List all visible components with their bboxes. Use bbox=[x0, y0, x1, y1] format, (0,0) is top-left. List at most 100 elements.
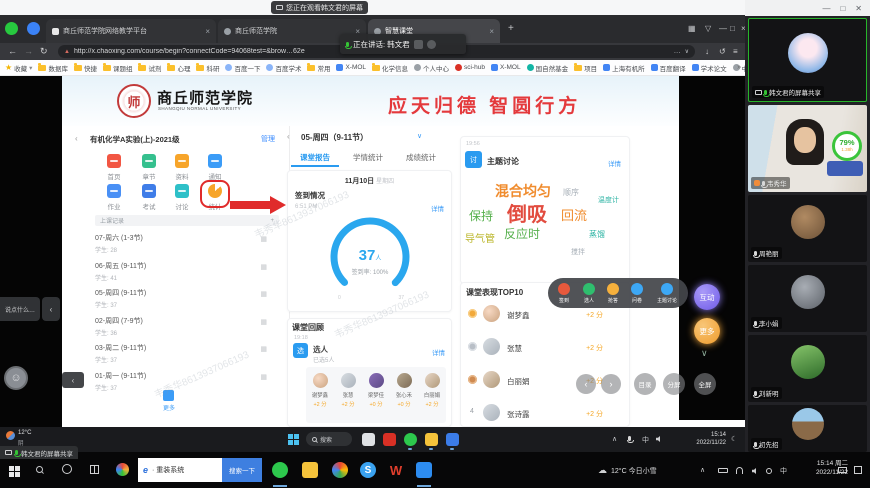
module-homework-icon[interactable] bbox=[107, 184, 121, 198]
bookmark-folder[interactable]: 项目 bbox=[574, 63, 597, 73]
browser-360-icon[interactable] bbox=[272, 462, 288, 478]
bookmark-favorites[interactable]: ★收藏▾ bbox=[5, 63, 32, 73]
search-icon[interactable] bbox=[36, 466, 43, 473]
toolbar-item-race[interactable]: 抢答 bbox=[607, 283, 619, 304]
toolbar-item-discussion[interactable]: 主题讨论 bbox=[656, 283, 678, 304]
bookmark-profile[interactable]: 个人中心 bbox=[414, 63, 449, 73]
tab-learning-stats[interactable]: 学情统计 bbox=[344, 152, 392, 163]
module-chapter-icon[interactable] bbox=[142, 154, 156, 168]
module-material-icon[interactable] bbox=[175, 154, 189, 168]
assistant-bubble[interactable]: ☺ bbox=[4, 366, 28, 390]
browser-logo-icon[interactable] bbox=[5, 22, 18, 35]
module-label[interactable]: 章节 bbox=[137, 171, 161, 181]
tray-mic-icon[interactable] bbox=[628, 436, 631, 441]
tab-teaching-platform[interactable]: 商丘师范学院网络教学平台 × bbox=[46, 19, 216, 43]
wps-icon[interactable]: W bbox=[388, 462, 404, 478]
module-label[interactable]: 首页 bbox=[102, 171, 126, 181]
browser-profile-icon[interactable] bbox=[27, 22, 40, 35]
minimize-button[interactable]: — bbox=[822, 4, 830, 13]
interact-button[interactable]: 互动 bbox=[694, 284, 720, 310]
360-safe-icon[interactable] bbox=[116, 463, 129, 476]
module-home-icon[interactable] bbox=[107, 154, 121, 168]
start-button[interactable] bbox=[9, 466, 14, 471]
session-section-header[interactable]: 上课记录 + bbox=[95, 215, 279, 226]
bookmark-folder[interactable]: 常用 bbox=[307, 63, 330, 73]
session-row[interactable]: 02-周四 (7-9节) 学生: 36 ▦ bbox=[95, 316, 279, 340]
module-exam-icon[interactable] bbox=[142, 184, 156, 198]
prev-page-button[interactable]: ‹ bbox=[576, 374, 596, 394]
session-row[interactable]: 03-周二 (9-11节) 学生: 37 ▦ bbox=[95, 343, 279, 367]
bookmark-folder[interactable]: 快捷 bbox=[74, 63, 97, 73]
session-row[interactable]: 06-周五 (9-11节) 学生: 41 ▦ bbox=[95, 261, 279, 285]
bookmark-nsfc[interactable]: 国自然基金 bbox=[527, 63, 569, 73]
session-row[interactable]: 07-周六 (1-3节) 学生: 28 ▦ bbox=[95, 233, 279, 257]
key-icon[interactable] bbox=[766, 468, 772, 474]
browser-360-icon[interactable] bbox=[404, 433, 417, 446]
volume-icon[interactable] bbox=[656, 436, 660, 442]
qrcode-icon[interactable]: ▦ bbox=[260, 373, 267, 381]
detail-link[interactable]: 详情 bbox=[431, 203, 444, 213]
ie-search-button[interactable]: 搜索一下 bbox=[222, 458, 262, 482]
history-icon[interactable]: ↺ bbox=[719, 43, 726, 60]
taskbar-search[interactable]: 搜索 bbox=[306, 432, 352, 446]
chat-collapse-button[interactable]: ‹ bbox=[42, 297, 60, 321]
toolbar-item-signin[interactable]: 签到 bbox=[558, 283, 570, 304]
forward-icon[interactable]: → bbox=[24, 43, 33, 60]
ie-search-box[interactable]: e · 重装系统 搜索一下 bbox=[138, 458, 262, 482]
browser-maximize-button[interactable]: □ bbox=[730, 24, 735, 33]
task-view-icon[interactable] bbox=[90, 465, 99, 474]
maximize-button[interactable]: □ bbox=[840, 4, 845, 13]
participant-tile[interactable]: 周艳丽 bbox=[748, 195, 867, 262]
module-notice-icon[interactable] bbox=[208, 154, 222, 168]
focus-assist-icon[interactable]: ☾ bbox=[731, 435, 737, 443]
collapse-chevron-icon[interactable]: ∨ bbox=[701, 348, 708, 359]
tray-expand-icon[interactable]: ∧ bbox=[612, 435, 617, 443]
chat-input[interactable]: 说点什么… bbox=[0, 297, 40, 321]
back-icon[interactable]: ← bbox=[8, 43, 17, 60]
bookmark-translate[interactable]: 百度翻译 bbox=[651, 63, 686, 73]
file-explorer-icon[interactable] bbox=[362, 433, 375, 446]
participant-tile[interactable]: 初先招 bbox=[748, 405, 867, 452]
ime-indicator[interactable]: 中 bbox=[642, 435, 649, 445]
qrcode-icon[interactable]: ▦ bbox=[260, 345, 267, 353]
folder-icon[interactable] bbox=[425, 433, 438, 446]
meeting-app-icon[interactable] bbox=[416, 462, 432, 478]
reload-icon[interactable]: ↻ bbox=[40, 43, 48, 60]
catalog-button[interactable]: 目录 bbox=[634, 373, 656, 395]
ime-indicator[interactable]: 中 bbox=[780, 466, 787, 476]
weather-widget[interactable]: ☁ 12°C 今日小雪 bbox=[598, 465, 657, 476]
folder-icon[interactable] bbox=[302, 462, 318, 478]
acrobat-icon[interactable] bbox=[383, 433, 396, 446]
bookmark-xmol2[interactable]: X-MOL bbox=[491, 64, 521, 71]
bookmark-baidu-scholar[interactable]: 百度学术 bbox=[266, 63, 301, 73]
bookmark-folder[interactable]: 心理 bbox=[167, 63, 190, 73]
split-screen-button[interactable]: 分屏 bbox=[663, 373, 685, 395]
bookmarks-overflow-icon[interactable]: » bbox=[737, 64, 741, 71]
not-secure-icon[interactable]: ▲ bbox=[64, 49, 70, 55]
bookmark-sioc[interactable]: 上海有机所 bbox=[603, 63, 645, 73]
start-button[interactable] bbox=[288, 434, 293, 439]
touch-keyboard-icon[interactable] bbox=[838, 467, 847, 473]
ie-query-text[interactable]: · 重装系统 bbox=[152, 465, 222, 475]
tab-close-icon[interactable]: × bbox=[489, 27, 494, 36]
mute-icon[interactable] bbox=[427, 40, 436, 49]
back-icon[interactable]: ‹ bbox=[287, 132, 290, 141]
action-center-icon[interactable] bbox=[854, 466, 862, 474]
back-icon[interactable]: ‹ bbox=[75, 134, 78, 143]
bookmark-xmol[interactable]: X-MOL bbox=[336, 64, 366, 71]
fullscreen-button[interactable]: 全屏 bbox=[694, 373, 716, 395]
more-button[interactable]: 更多 bbox=[694, 318, 720, 344]
weather-icon[interactable] bbox=[6, 431, 15, 440]
session-selector[interactable]: 05-周四（9-11节） bbox=[301, 132, 368, 143]
cortana-icon[interactable] bbox=[62, 464, 72, 474]
tray-expand-icon[interactable]: ∧ bbox=[700, 466, 705, 474]
module-label[interactable]: 讨论 bbox=[170, 201, 194, 211]
bookmark-baidu[interactable]: 百度一下 bbox=[225, 63, 260, 73]
bubble-collapse-button[interactable]: ‹ bbox=[62, 372, 84, 388]
flag-icon[interactable]: ▽ bbox=[705, 24, 711, 33]
url-more-icon[interactable]: … bbox=[674, 48, 681, 55]
detail-link[interactable]: 详情 bbox=[608, 158, 621, 168]
participant-tile-video[interactable]: 79% 1.38h 韦秀华 bbox=[748, 105, 867, 192]
detail-link[interactable]: 详情 bbox=[432, 347, 445, 357]
toolbar-item-pick[interactable]: 选人 bbox=[583, 283, 595, 304]
